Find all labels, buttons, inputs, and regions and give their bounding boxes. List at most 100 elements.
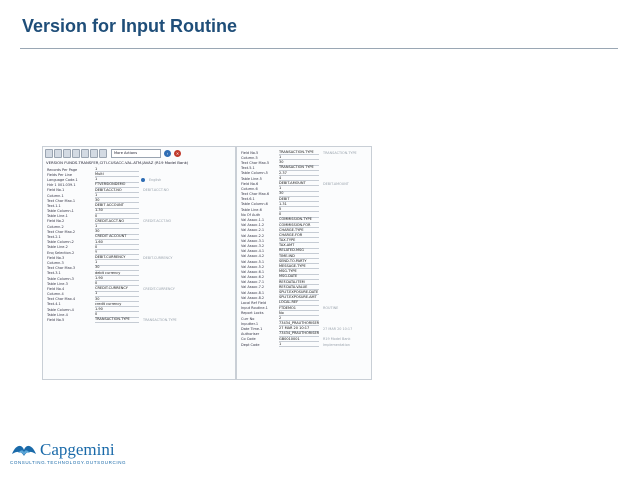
field-label: Table Line.6 (241, 207, 262, 212)
field-label: Language Code.1 (47, 177, 78, 182)
version-header: VERSION FUNDS.TRANSFER,CITI.CUSACC.VAL.A… (46, 160, 189, 165)
field-label: Authoriser (241, 332, 260, 337)
go-icon[interactable]: › (164, 150, 171, 157)
field-value-input[interactable]: TRANSACTION.TYPE (95, 317, 139, 323)
field-label: Val Assoc.5.1 (241, 259, 265, 264)
field-enrichment: DEBIT.AMOUNT (323, 181, 349, 186)
toolbar-button[interactable] (63, 149, 71, 158)
field-label: Fields Per Line (47, 172, 72, 177)
field-label: Records Per Page (47, 167, 78, 172)
field-enrichment: DEBIT.CURRENCY (143, 255, 173, 260)
field-label: Val Assoc.4.1 (241, 249, 265, 254)
toolbar-button[interactable] (72, 149, 80, 158)
field-label: Column.4 (47, 292, 64, 297)
field-label: Val Assoc.3.2 (241, 243, 265, 248)
left-field-list: Records Per Page 1 Fields Per Line MultI Lan… (47, 167, 233, 323)
field-label: Field No.3 (47, 255, 65, 260)
field-label: Table Column.2 (47, 240, 74, 245)
field-label: Table Line.3 (47, 281, 68, 286)
field-value-input[interactable]: 1 (279, 342, 319, 348)
field-label: Val Assoc.8.1 (241, 290, 265, 295)
field-label: Text.6.1 (241, 197, 255, 202)
field-label: Text Char Max.3 (47, 266, 76, 271)
field-label: Val Assoc.3.1 (241, 238, 265, 243)
field-label: Inputter.1 (241, 321, 259, 326)
field-label: Field No.4 (47, 286, 65, 291)
field-label: Table Line.1 (47, 214, 68, 219)
field-label: No Of Auth (241, 212, 261, 217)
field-label: Text Char Max.1 (47, 198, 76, 203)
field-label: Val Assoc.6.2 (241, 275, 265, 280)
toolbar-button[interactable] (81, 149, 89, 158)
field-label: Val Assoc.8.2 (241, 295, 265, 300)
logo-wordmark: Capgemini (40, 440, 115, 459)
field-label: Column.1 (47, 193, 64, 198)
field-label: Table Line.5 (241, 176, 262, 181)
field-enrichment: TRANSACTION.TYPE (323, 150, 357, 155)
field-enrichment: DEBIT.ACCT.NO (143, 188, 169, 193)
field-label: Dept Code (241, 342, 260, 347)
field-label: Date Time.1 (241, 326, 263, 331)
field-label: Text.5.1 (241, 166, 255, 171)
field-label: Text Char Max.6 (241, 192, 270, 197)
field-label: Val Assoc.7.2 (241, 285, 265, 290)
field-label: Report Locks (241, 311, 264, 316)
field-label: Field No.5 (241, 150, 259, 155)
title-divider (20, 48, 618, 49)
field-label: Local Ref Field (241, 301, 267, 306)
field-label: Text.4.1 (47, 302, 61, 307)
field-label: Text Char Max.4 (47, 297, 76, 302)
toolbar-button[interactable] (99, 149, 107, 158)
more-actions-select[interactable]: More Actions (111, 149, 161, 158)
close-icon[interactable]: × (174, 150, 181, 157)
field-label: Val Assoc.4.2 (241, 254, 265, 259)
field-label: Table Column.5 (241, 171, 268, 176)
field-label: Field No.5 (47, 318, 65, 323)
field-label: Text.2.1 (47, 235, 61, 240)
field-label: Text Char Max.5 (241, 160, 270, 165)
toolbar-button[interactable] (54, 149, 62, 158)
right-field-list: Field No.5 TRANSACTION.TYPE TRANSACTION.TY… (241, 150, 369, 348)
field-label: Table Line.2 (47, 245, 68, 250)
field-row: Field No.5 TRANSACTION.TYPE TRANSACTION.TY… (47, 317, 233, 323)
field-label: Field No.1 (47, 188, 65, 193)
field-enrichment: ROUTINE (323, 306, 339, 311)
field-label: Table Column.4 (47, 307, 74, 312)
capgemini-logo: Capgemini (10, 440, 115, 460)
toolbar: More Actions › × (45, 149, 233, 158)
logo-tagline: CONSULTING.TECHNOLOGY.OUTSOURCING (10, 460, 127, 465)
field-enrichment: CREDIT.ACCT.NO (143, 219, 172, 224)
field-label: Hdr 1 001.039.1 (47, 183, 76, 188)
field-enrichment: TRANSACTION.TYPE (143, 318, 177, 323)
spade-logo-icon (12, 445, 36, 456)
field-label: Column.5 (241, 155, 258, 160)
field-label: Text Char Max.2 (47, 229, 76, 234)
field-label: Val Assoc.1.2 (241, 223, 265, 228)
version-screenshot-left: More Actions › × VERSION FUNDS.TRANSFER,… (42, 146, 236, 380)
field-label: Val Assoc.1.1 (241, 218, 265, 223)
toolbar-button[interactable] (90, 149, 98, 158)
field-label: Table Column.6 (241, 202, 268, 207)
field-row: Dept Code 1 Implementation (241, 342, 369, 348)
field-label: Val Assoc.5.2 (241, 264, 265, 269)
field-enrichment: Implementation (323, 342, 350, 347)
field-enrichment: 27 MAR 20 10:17 (323, 326, 353, 331)
field-enrichment: English (149, 177, 162, 182)
field-label: Val Assoc.7.1 (241, 280, 265, 285)
field-label: Table Column.3 (47, 276, 74, 281)
help-icon[interactable] (141, 177, 145, 182)
field-label: Table Line.4 (47, 312, 68, 317)
field-enrichment: R19 Model Bank (323, 337, 351, 342)
field-label: Co Code (241, 337, 256, 342)
toolbar-button[interactable] (45, 149, 53, 158)
field-label: Table Column.1 (47, 209, 74, 214)
field-label: Column.6 (241, 186, 258, 191)
field-label: Text.1.1 (47, 203, 61, 208)
field-enrichment: CREDIT.CURRENCY (143, 286, 175, 291)
field-label: Val Assoc.2.1 (241, 228, 265, 233)
field-label: Text.3.1 (47, 271, 61, 276)
field-label: Field No.2 (47, 219, 65, 224)
field-label: Val Assoc.6.1 (241, 269, 265, 274)
field-label: Column.2 (47, 224, 64, 229)
field-label: Field No.6 (241, 181, 259, 186)
